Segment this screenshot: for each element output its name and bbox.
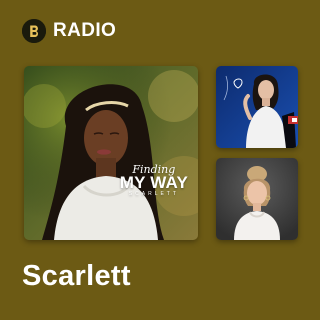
- woman-portrait-cover: [216, 66, 298, 148]
- boomplay-logo-icon: [22, 19, 46, 43]
- radio-station-card: RADIO Finding MY WAY SCARLETT Scarlett: [0, 0, 320, 320]
- woman-portrait-cover: [216, 158, 298, 240]
- side-cover-bottom[interactable]: [216, 158, 298, 240]
- album-cover-name: MY WAY: [119, 173, 188, 192]
- station-title: Scarlett: [22, 260, 131, 292]
- side-cover-top[interactable]: [216, 66, 298, 148]
- brand-label: RADIO: [53, 20, 117, 41]
- main-album-cover[interactable]: Finding MY WAY SCARLETT: [24, 66, 198, 240]
- album-cover-title: Finding MY WAY SCARLETT: [120, 164, 188, 198]
- brand-header: RADIO: [22, 18, 116, 44]
- album-cover-artist: SCARLETT: [128, 191, 179, 197]
